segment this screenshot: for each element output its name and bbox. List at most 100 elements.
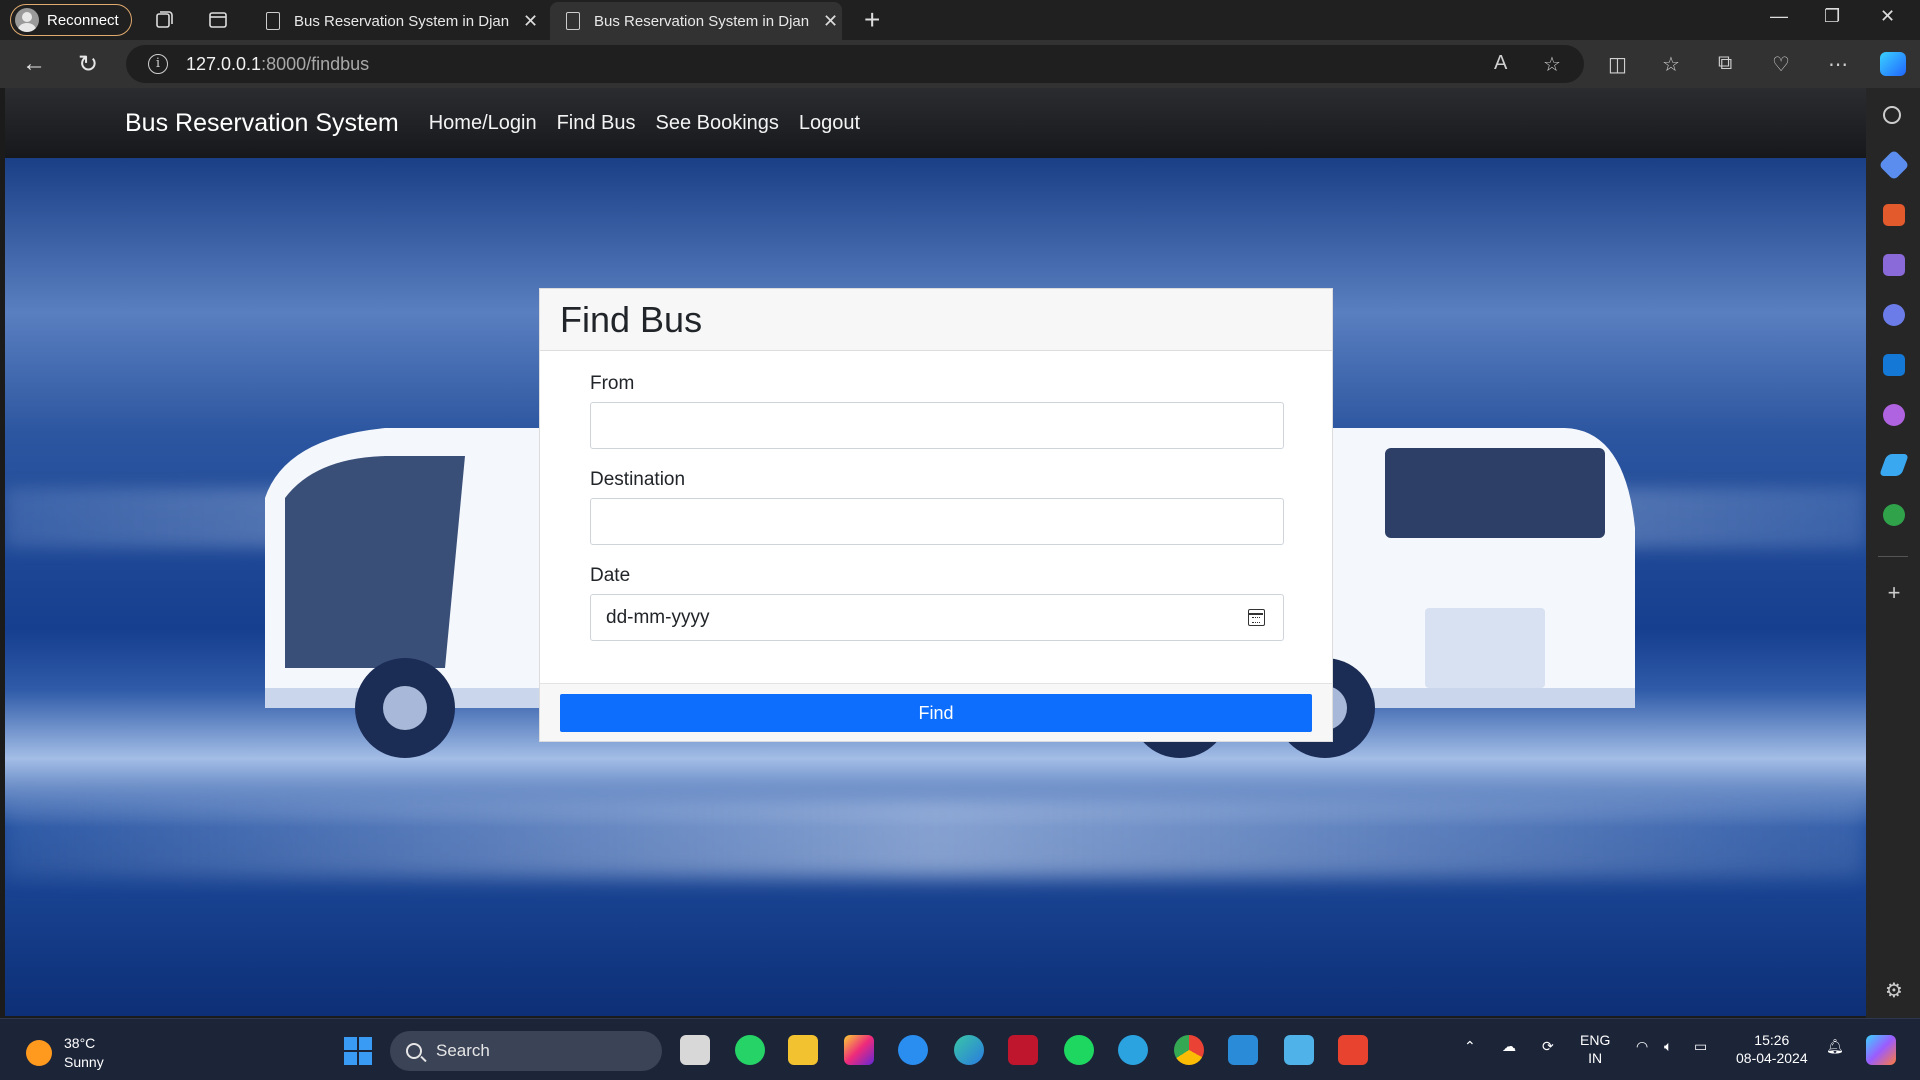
destination-input[interactable] (590, 498, 1284, 545)
close-tab-icon[interactable]: ✕ (823, 11, 838, 32)
address-bar-row: ← ↻ i 127.0.0.1:8000/findbus A ☆ ◫ ☆ ⧉ ♡… (0, 40, 1920, 88)
tab-title: Bus Reservation System in Django (594, 12, 809, 30)
wps-office-icon[interactable] (1338, 1035, 1368, 1065)
date-label: Date (590, 565, 631, 586)
designer-icon[interactable] (1883, 404, 1905, 426)
collections-icon[interactable]: ⧉ (1718, 52, 1732, 75)
games-icon[interactable] (1883, 254, 1905, 276)
edge-browser-icon[interactable] (954, 1035, 984, 1065)
find-bus-form: From Destination Date dd-mm-yyyy (540, 351, 1332, 641)
help-icon[interactable] (898, 1035, 928, 1065)
hero-background-image: Find Bus From Destination Date dd-mm-yyy… (5, 158, 1866, 1016)
read-aloud-icon[interactable]: A (1494, 52, 1507, 75)
page-icon (266, 12, 280, 30)
language-indicator[interactable]: ENG IN (1580, 1031, 1610, 1067)
shopping-tag-icon[interactable] (1878, 149, 1910, 181)
task-view-icon[interactable] (680, 1035, 710, 1065)
date-placeholder: dd-mm-yyyy (606, 606, 710, 628)
restore-button[interactable]: ❐ (1824, 6, 1840, 27)
site-info-icon[interactable]: i (148, 54, 168, 74)
telegram-icon[interactable] (1878, 454, 1910, 476)
notification-bell-icon[interactable]: 🔔︎ (1826, 1037, 1844, 1055)
vertical-tabs-icon[interactable] (206, 8, 230, 32)
back-icon[interactable]: ← (22, 50, 46, 78)
nav-find-bus[interactable]: Find Bus (557, 112, 636, 135)
more-menu-icon[interactable]: ⋯ (1828, 52, 1848, 77)
road-highlight (5, 798, 1866, 878)
volume-icon[interactable]: 🔈︎ (1664, 1037, 1672, 1055)
onedrive-icon[interactable]: ☁ (1502, 1037, 1516, 1055)
add-icon[interactable]: + (1883, 582, 1905, 604)
card-header: Find Bus (540, 289, 1332, 351)
settings-gear-icon[interactable]: ⚙ (1883, 980, 1905, 1002)
tab-1[interactable]: Bus Reservation System in Django ✕ (250, 2, 542, 40)
taskbar-search[interactable]: Search (390, 1031, 662, 1071)
instagram-icon[interactable] (844, 1035, 874, 1065)
site-navbar: Bus Reservation System Home/Login Find B… (5, 88, 1866, 158)
spotify-icon[interactable] (1064, 1035, 1094, 1065)
weather-widget[interactable]: 38°C Sunny (26, 1034, 104, 1072)
copilot-taskbar-icon[interactable] (1866, 1035, 1896, 1065)
destination-group: Destination (590, 469, 1284, 545)
card-footer: Find (540, 683, 1332, 741)
tools-icon[interactable] (1883, 204, 1905, 226)
browser-essentials-icon[interactable]: ♡ (1772, 52, 1790, 77)
url-field[interactable]: i 127.0.0.1:8000/findbus (126, 45, 1584, 83)
browser-sidebar: + ⚙ (1866, 88, 1920, 1018)
mcafee-icon[interactable] (1008, 1035, 1038, 1065)
card-title: Find Bus (560, 298, 703, 340)
from-group: From (590, 373, 1284, 449)
clock[interactable]: 15:26 08-04-2024 (1736, 1031, 1808, 1067)
date-input[interactable]: dd-mm-yyyy (590, 594, 1284, 641)
new-tab-button[interactable]: + (864, 4, 880, 36)
avatar-icon (15, 8, 39, 32)
profile-button[interactable]: Reconnect (10, 4, 132, 36)
favorites-icon[interactable]: ☆ (1662, 52, 1680, 77)
close-window-button[interactable]: ✕ (1880, 6, 1895, 27)
nav-see-bookings[interactable]: See Bookings (656, 112, 779, 135)
destination-label: Destination (590, 469, 686, 490)
battery-icon[interactable]: ▭ (1694, 1037, 1707, 1055)
taskbar-search-label: Search (436, 1041, 490, 1060)
tree-app-icon[interactable] (1883, 504, 1905, 526)
region-code: IN (1588, 1050, 1603, 1066)
nav-home-login[interactable]: Home/Login (429, 112, 537, 135)
date-group: Date dd-mm-yyyy (590, 565, 1284, 641)
from-label: From (590, 373, 635, 394)
vscode-icon[interactable] (1228, 1035, 1258, 1065)
calendar-icon[interactable] (1248, 609, 1265, 626)
photos-icon[interactable] (1284, 1035, 1314, 1065)
minimize-button[interactable]: — (1770, 6, 1788, 27)
whatsapp-icon[interactable] (735, 1035, 765, 1065)
close-tab-icon[interactable]: ✕ (523, 11, 538, 32)
nav-logout[interactable]: Logout (799, 112, 860, 135)
url-host: 127.0.0.1 (186, 53, 262, 74)
page-icon (566, 12, 580, 30)
sync-icon[interactable]: ⟳ (1542, 1037, 1554, 1055)
tab-title: Bus Reservation System in Django (294, 12, 509, 30)
site-brand[interactable]: Bus Reservation System (125, 109, 399, 138)
show-hidden-icons[interactable]: ⌃ (1464, 1037, 1476, 1055)
copilot-icon[interactable] (1880, 52, 1906, 76)
chrome-icon[interactable] (1174, 1035, 1204, 1065)
file-explorer-icon[interactable] (788, 1035, 818, 1065)
language-code: ENG (1580, 1032, 1611, 1048)
sun-icon (26, 1040, 52, 1066)
start-button[interactable] (344, 1037, 372, 1065)
workspaces-icon[interactable] (152, 8, 176, 32)
split-screen-icon[interactable]: ◫ (1608, 52, 1627, 77)
refresh-icon[interactable]: ↻ (78, 50, 98, 79)
web-page: Bus Reservation System Home/Login Find B… (5, 88, 1866, 1016)
clock-time: 15:26 (1754, 1032, 1790, 1048)
tab-2[interactable]: Bus Reservation System in Django ✕ (550, 2, 842, 40)
favorite-star-icon[interactable]: ☆ (1543, 52, 1561, 77)
clock-date: 08-04-2024 (1736, 1050, 1808, 1066)
search-icon (406, 1043, 422, 1059)
from-input[interactable] (590, 402, 1284, 449)
wifi-icon[interactable]: ◠ (1636, 1037, 1648, 1055)
find-button[interactable]: Find (560, 694, 1312, 732)
outlook-icon[interactable] (1883, 354, 1905, 376)
search-icon[interactable] (1883, 106, 1901, 124)
telegram-icon[interactable] (1118, 1035, 1148, 1065)
copilot-sidebar-icon[interactable] (1883, 304, 1905, 326)
